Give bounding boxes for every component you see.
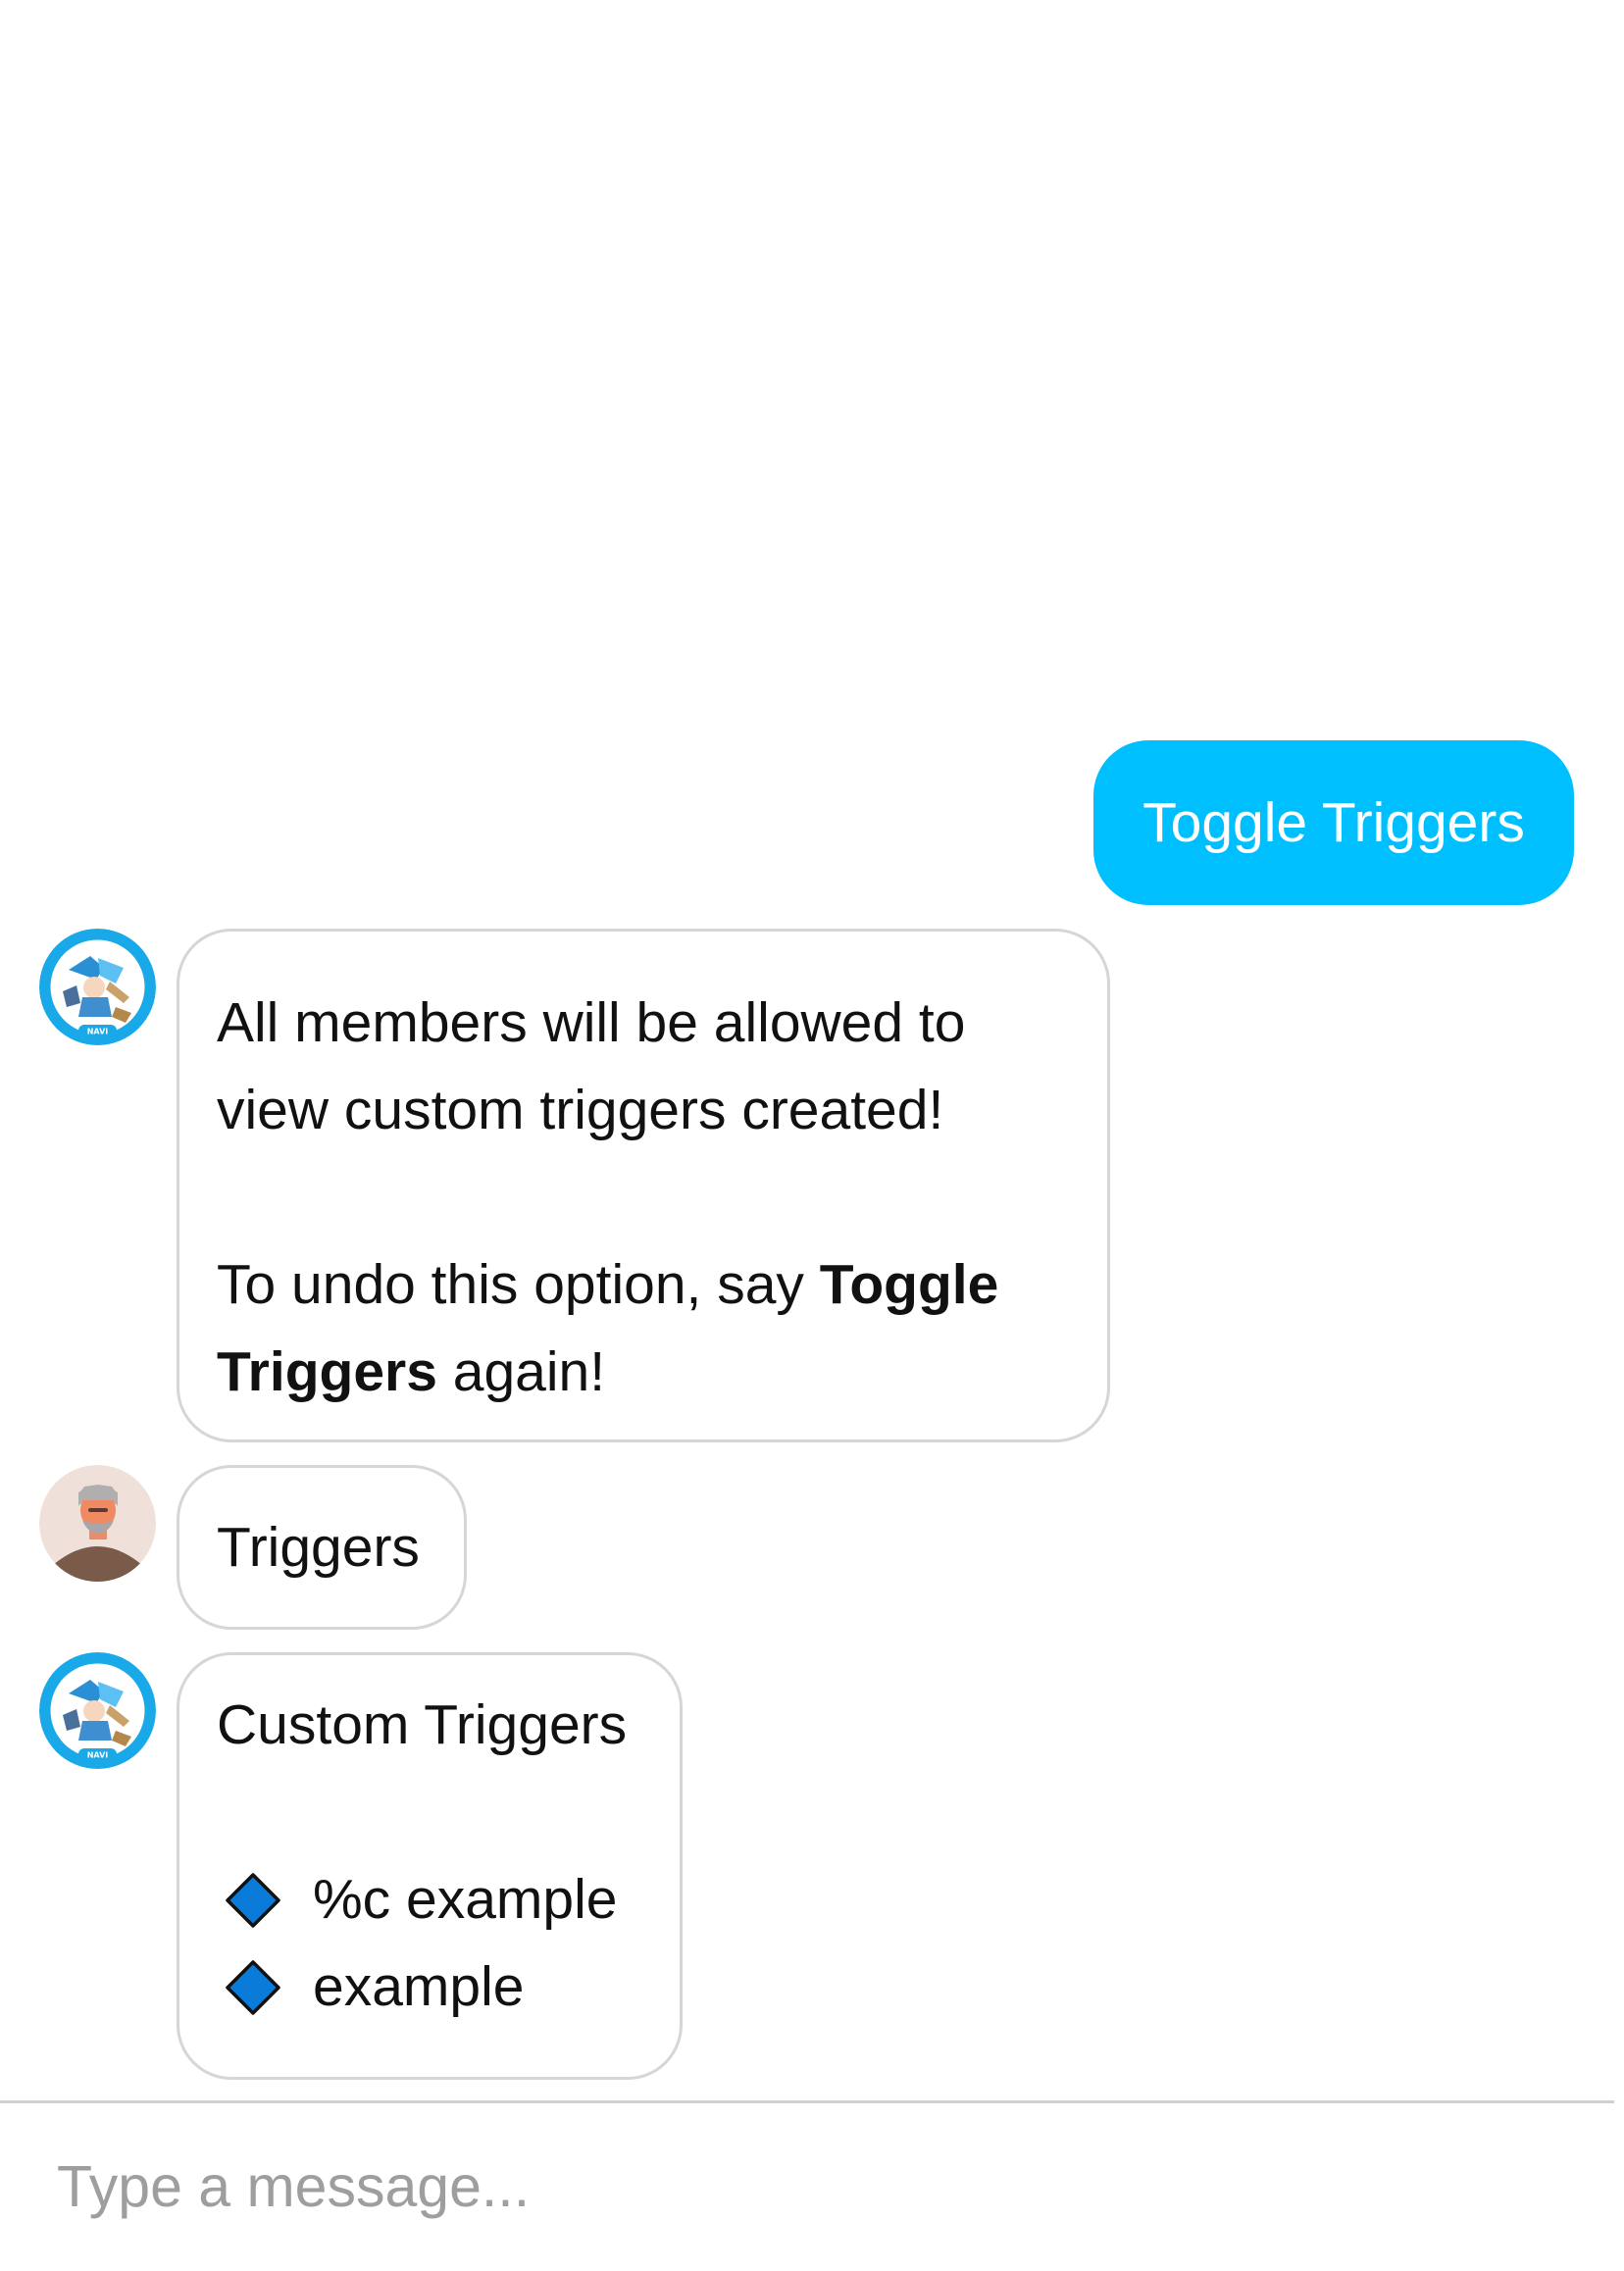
bot-message-line1: All members will be allowed to view cust…: [217, 991, 966, 1141]
message-input[interactable]: [57, 2123, 1567, 2250]
bot-avatar-icon: NAVI: [39, 1652, 156, 1769]
blue-diamond-icon: [226, 1872, 280, 1928]
bot-avatar[interactable]: NAVI: [39, 1652, 156, 1769]
bot-message-bubble-custom-triggers: Custom Triggers %c example example: [177, 1652, 683, 2080]
trigger-list-item: %c example: [217, 1856, 642, 1943]
user-message-text: Toggle Triggers: [1142, 791, 1525, 854]
svg-text:NAVI: NAVI: [87, 1751, 109, 1760]
message-composer: [0, 2103, 1614, 2271]
bot-avatar-icon: NAVI: [39, 929, 156, 1045]
trigger-item-label: %c example: [313, 1868, 618, 1931]
user-message-text-triggers: Triggers: [217, 1516, 420, 1579]
blue-diamond-icon: [226, 1959, 280, 2015]
user-message-bubble: Toggle Triggers: [1093, 740, 1574, 905]
user-message-bubble-triggers: Triggers: [177, 1465, 467, 1630]
trigger-item-label: example: [313, 1955, 525, 2018]
trigger-list-item: example: [217, 1943, 642, 2031]
user-avatar-icon: [39, 1465, 156, 1582]
bot-avatar[interactable]: NAVI: [39, 929, 156, 1045]
bot-message-bubble: All members will be allowed to view cust…: [177, 929, 1110, 1442]
bot-message-line2-suffix: again!: [436, 1340, 606, 1403]
chat-area[interactable]: Toggle Triggers NAVI All members will be…: [0, 0, 1624, 2108]
bot-message-line2-prefix: To undo this option, say: [217, 1253, 820, 1316]
svg-text:NAVI: NAVI: [87, 1028, 109, 1036]
user-avatar[interactable]: [39, 1465, 156, 1582]
custom-triggers-title: Custom Triggers: [217, 1693, 628, 1756]
